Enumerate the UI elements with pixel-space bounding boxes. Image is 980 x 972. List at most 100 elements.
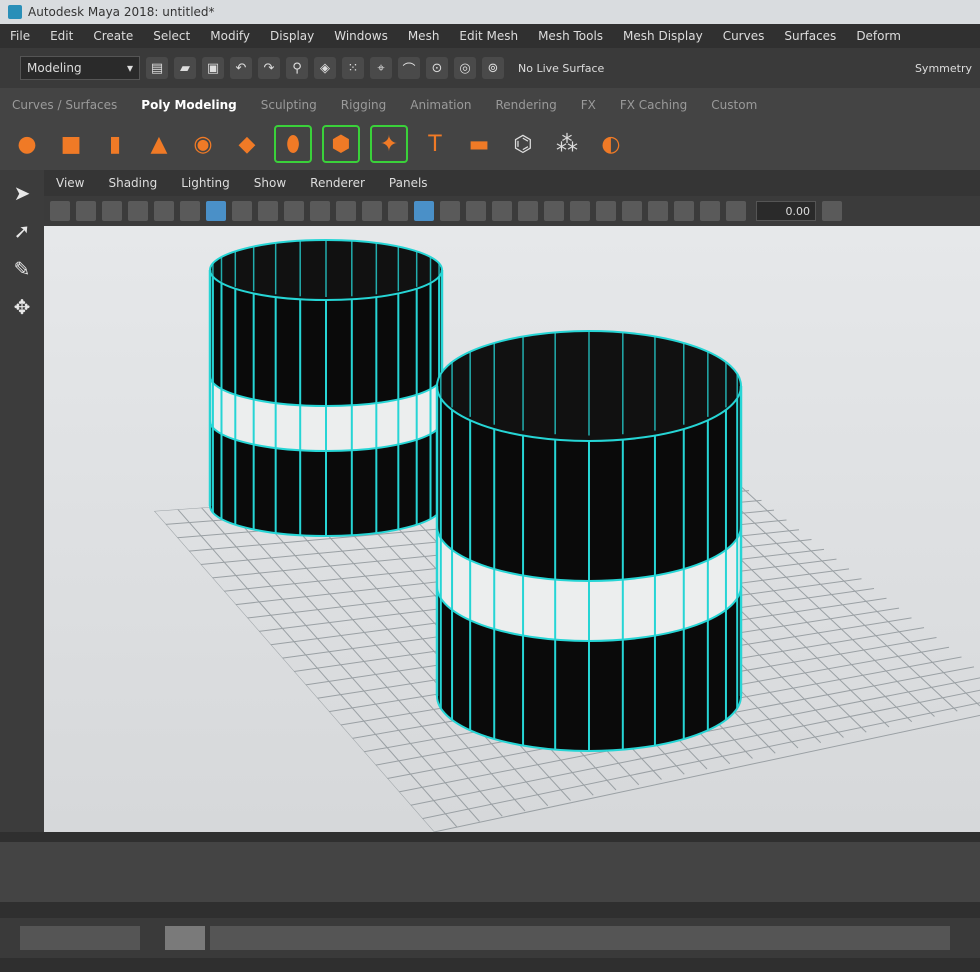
separate-icon[interactable]: ⬢	[322, 125, 360, 163]
exposure-icon[interactable]	[726, 201, 746, 221]
tab-curves-surfaces[interactable]: Curves / Surfaces	[0, 98, 129, 118]
lasso-tool-icon[interactable]: ➚	[7, 216, 37, 246]
panel-menu-shading[interactable]: Shading	[96, 176, 169, 190]
timeline-track[interactable]	[0, 842, 980, 902]
motion-blur-icon[interactable]	[570, 201, 590, 221]
select-component-icon[interactable]: ⁙	[342, 57, 364, 79]
poly-cube-icon[interactable]: ■	[54, 127, 88, 161]
anti-alias-icon[interactable]	[596, 201, 616, 221]
tab-fx-caching[interactable]: FX Caching	[608, 98, 699, 118]
svg-icon[interactable]: ▬	[462, 127, 496, 161]
select-tool-icon[interactable]: ➤	[7, 178, 37, 208]
snap-view-icon[interactable]: ◎	[454, 57, 476, 79]
xray-components-icon[interactable]	[700, 201, 720, 221]
panel-menu-renderer[interactable]: Renderer	[298, 176, 377, 190]
gate-mask-icon[interactable]	[284, 201, 304, 221]
menu-file[interactable]: File	[0, 29, 40, 43]
range-bar[interactable]	[210, 926, 950, 950]
menu-curves[interactable]: Curves	[713, 29, 775, 43]
poly-cylinder-icon[interactable]: ▮	[98, 127, 132, 161]
menu-set-dropdown[interactable]: Modeling ▾	[20, 56, 140, 80]
time-slider[interactable]	[0, 832, 980, 972]
menu-edit[interactable]: Edit	[40, 29, 83, 43]
wireframe-icon[interactable]	[388, 201, 408, 221]
poly-cone-icon[interactable]: ▲	[142, 127, 176, 161]
camera-icon[interactable]	[50, 201, 70, 221]
snap-surface-icon[interactable]: ⊚	[482, 57, 504, 79]
live-surface-field[interactable]: No Live Surface	[518, 62, 604, 75]
ambient-occlusion-icon[interactable]	[544, 201, 564, 221]
redo-icon[interactable]: ↷	[258, 57, 280, 79]
tab-rendering[interactable]: Rendering	[483, 98, 568, 118]
save-scene-icon[interactable]: ▣	[202, 57, 224, 79]
default-material-icon[interactable]	[440, 201, 460, 221]
lights-icon[interactable]	[492, 201, 512, 221]
shadows-icon[interactable]	[518, 201, 538, 221]
film-gate-icon[interactable]	[232, 201, 252, 221]
menu-mesh[interactable]: Mesh	[398, 29, 450, 43]
select-hierarchy-icon[interactable]: ⚲	[286, 57, 308, 79]
bevel-icon[interactable]: ✦	[370, 125, 408, 163]
safe-action-icon[interactable]	[336, 201, 356, 221]
tab-custom[interactable]: Custom	[699, 98, 769, 118]
menu-mesh-tools[interactable]: Mesh Tools	[528, 29, 613, 43]
menu-deform[interactable]: Deform	[846, 29, 911, 43]
menu-windows[interactable]: Windows	[324, 29, 398, 43]
panel-menu-panels[interactable]: Panels	[377, 176, 440, 190]
symmetry-dropdown[interactable]: Symmetry	[915, 62, 972, 75]
safe-title-icon[interactable]	[362, 201, 382, 221]
image-plane-icon[interactable]	[128, 201, 148, 221]
range-handle[interactable]	[165, 926, 205, 950]
isolate-select-icon[interactable]	[622, 201, 642, 221]
smooth-shade-icon[interactable]	[414, 201, 434, 221]
panel-menu-show[interactable]: Show	[242, 176, 298, 190]
grid-toggle-icon[interactable]	[206, 201, 226, 221]
poly-plane-icon[interactable]: ◆	[230, 127, 264, 161]
open-scene-icon[interactable]: ▰	[174, 57, 196, 79]
menu-display[interactable]: Display	[260, 29, 324, 43]
menu-modify[interactable]: Modify	[200, 29, 260, 43]
panel-menu-lighting[interactable]: Lighting	[169, 176, 242, 190]
range-slider[interactable]	[0, 918, 980, 958]
tab-poly-modeling[interactable]: Poly Modeling	[129, 98, 248, 118]
grease-pencil-icon[interactable]	[154, 201, 174, 221]
cylinder-back[interactable]	[208, 239, 444, 537]
xray-icon[interactable]	[648, 201, 668, 221]
tab-fx[interactable]: FX	[569, 98, 608, 118]
perspective-viewport[interactable]	[44, 226, 980, 832]
range-start-field[interactable]	[20, 926, 140, 950]
cylinder-front[interactable]	[435, 330, 743, 752]
tab-rigging[interactable]: Rigging	[329, 98, 398, 118]
tab-animation[interactable]: Animation	[398, 98, 483, 118]
poly-torus-icon[interactable]: ◉	[186, 127, 220, 161]
camera-attributes-icon[interactable]	[76, 201, 96, 221]
combine-icon[interactable]: ⬮	[274, 125, 312, 163]
tab-sculpting[interactable]: Sculpting	[249, 98, 329, 118]
menu-mesh-display[interactable]: Mesh Display	[613, 29, 713, 43]
smooth-icon[interactable]: ⁂	[550, 127, 584, 161]
xray-joints-icon[interactable]	[674, 201, 694, 221]
mirror-icon[interactable]: ⌬	[506, 127, 540, 161]
resolution-gate-icon[interactable]	[258, 201, 278, 221]
snap-point-icon[interactable]: ⊙	[426, 57, 448, 79]
menu-select[interactable]: Select	[143, 29, 200, 43]
snap-grid-icon[interactable]: ⌖	[370, 57, 392, 79]
exposure-field[interactable]: 0.00	[756, 201, 816, 221]
poly-type-icon[interactable]: T	[418, 127, 452, 161]
menu-create[interactable]: Create	[83, 29, 143, 43]
2d-pan-zoom-icon[interactable]	[180, 201, 200, 221]
boolean-icon[interactable]: ◐	[594, 127, 628, 161]
new-scene-icon[interactable]: ▤	[146, 57, 168, 79]
menu-surfaces[interactable]: Surfaces	[774, 29, 846, 43]
bookmark-icon[interactable]	[102, 201, 122, 221]
panel-menu-view[interactable]: View	[44, 176, 96, 190]
textured-icon[interactable]	[466, 201, 486, 221]
field-chart-icon[interactable]	[310, 201, 330, 221]
undo-icon[interactable]: ↶	[230, 57, 252, 79]
poly-sphere-icon[interactable]: ●	[10, 127, 44, 161]
menu-edit-mesh[interactable]: Edit Mesh	[449, 29, 528, 43]
paint-select-icon[interactable]: ✎	[7, 254, 37, 284]
move-tool-icon[interactable]: ✥	[7, 292, 37, 322]
select-object-icon[interactable]: ◈	[314, 57, 336, 79]
snap-curve-icon[interactable]: ⌒	[398, 57, 420, 79]
